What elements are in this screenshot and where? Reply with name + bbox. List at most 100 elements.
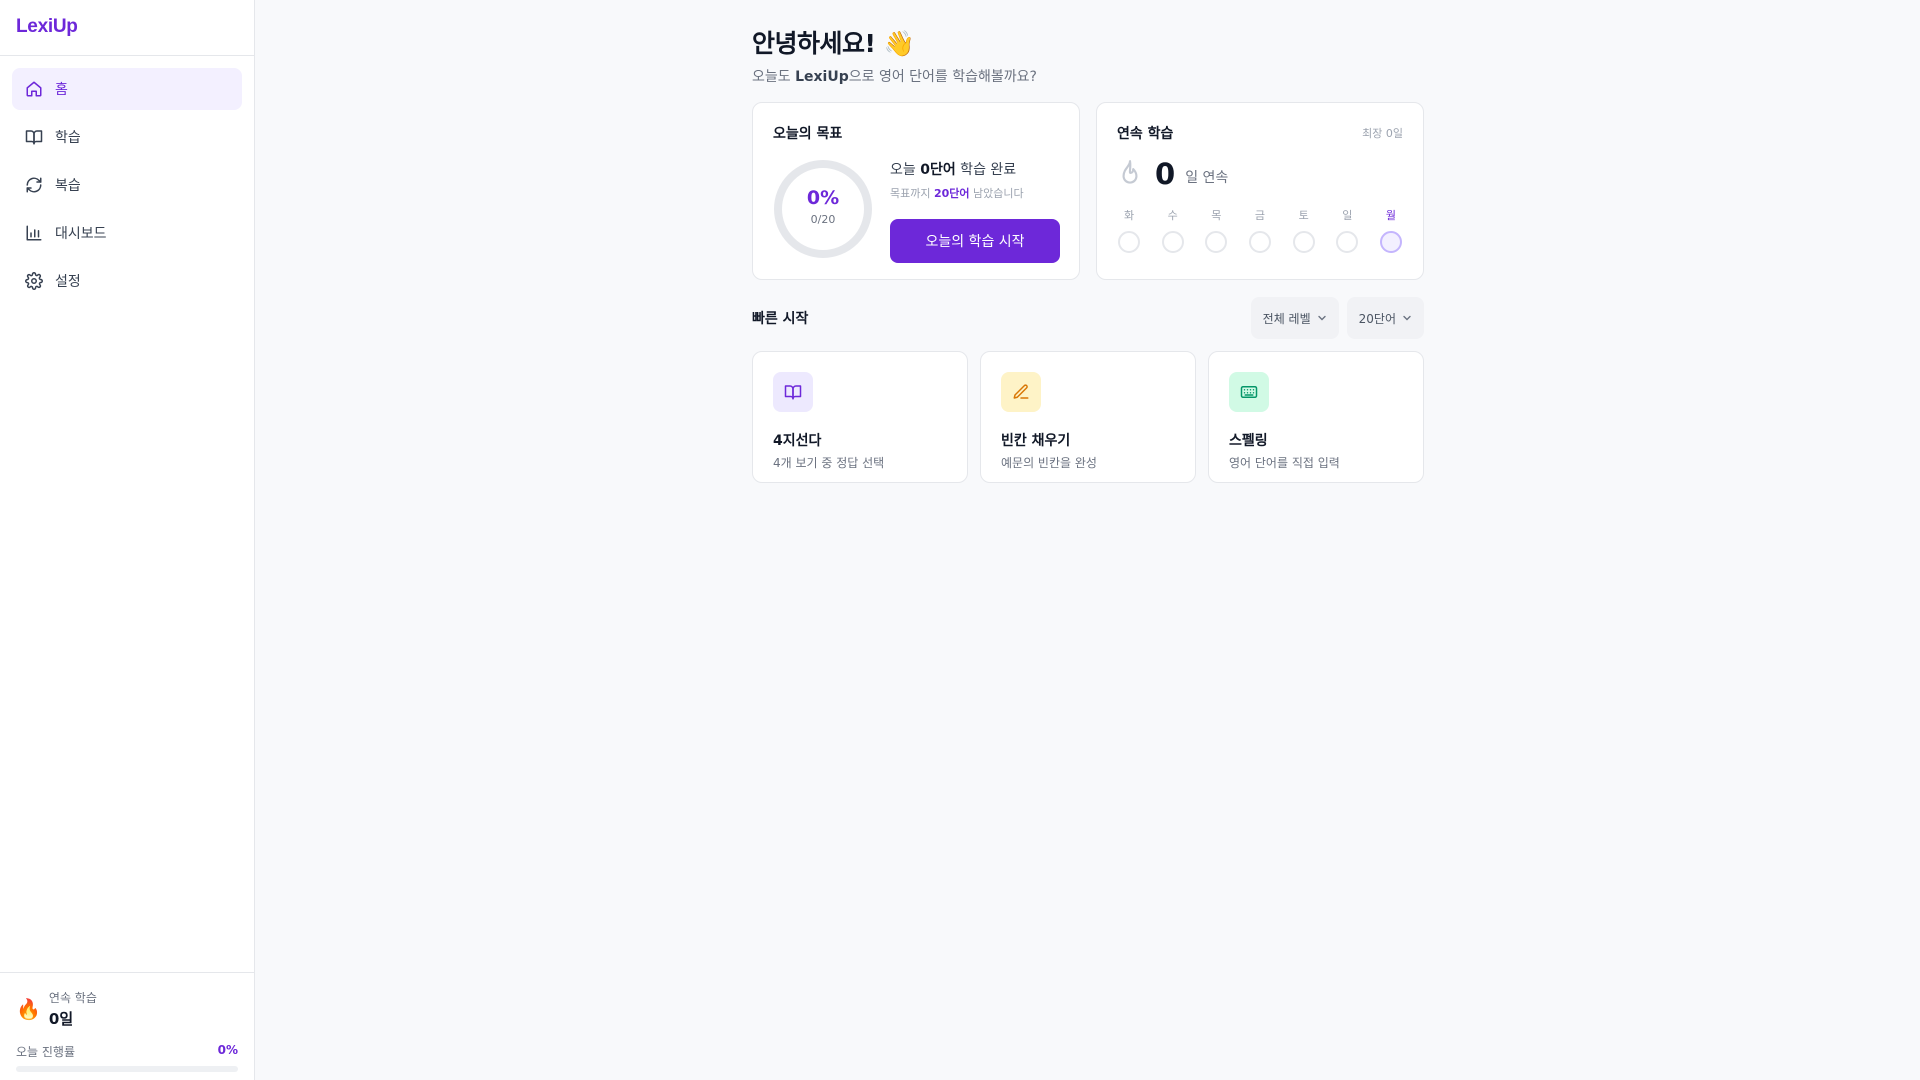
streak-card: 연속 학습 최장 0일 0 일 연속 화 수 목 금 토 일 월 (1096, 102, 1424, 280)
day-thu: 목 (1204, 207, 1228, 253)
goal-line1-value: 0단어 (920, 162, 956, 178)
page-subtitle: 오늘도 LexiUp으로 영어 단어를 학습해볼까요? (752, 66, 1424, 86)
sidebar-item-label: 홈 (55, 82, 68, 98)
goal-line1-prefix: 오늘 (890, 162, 921, 178)
goal-line1-suffix: 학습 완료 (955, 162, 1017, 178)
streak-title: 연속 학습 (1117, 126, 1174, 142)
flame-outline-icon (1117, 159, 1143, 189)
page-title: 안녕하세요! 👋 (752, 29, 915, 58)
daily-goal-card: 오늘의 목표 0% 0/20 오늘 0단어 학습 완료 목표까지 20단어 남았… (752, 102, 1080, 280)
quick-start-title: 빠른 시작 (752, 311, 809, 327)
word-count-select-value: 20단어 (1358, 311, 1396, 326)
streak-count: 0 (1155, 157, 1176, 191)
day-fri: 금 (1248, 207, 1272, 253)
day-tue: 화 (1117, 207, 1141, 253)
sidebar-item-label: 설정 (55, 274, 81, 290)
sidebar-item-label: 복습 (55, 178, 81, 194)
day-label: 금 (1254, 209, 1266, 222)
day-label: 목 (1211, 209, 1222, 222)
daily-goal-title: 오늘의 목표 (773, 126, 843, 142)
mode-desc: 영어 단어를 직접 입력 (1229, 456, 1340, 470)
sidebar-item-study[interactable]: 학습 (12, 116, 242, 158)
sidebar-item-review[interactable]: 복습 (12, 164, 242, 206)
day-label: 토 (1298, 209, 1309, 222)
book-open-icon (784, 385, 802, 400)
chevron-down-icon (1317, 313, 1327, 323)
sidebar-progress-label: 오늘 진행률 (16, 1045, 76, 1059)
sidebar-streak-label: 연속 학습 (48, 991, 97, 1005)
sidebar: LexiUp 홈 학습 복습 대시보드 설정 🔥 연속 학습 0일 오늘 진행률… (0, 0, 255, 1080)
sidebar-progress-value: 0% (217, 1043, 238, 1057)
goal-line2-suffix: 남았습니다 (969, 187, 1024, 200)
bar-chart-icon (25, 224, 43, 242)
level-select[interactable]: 전체 레벨 (1250, 297, 1339, 339)
mode-title: 4지선다 (773, 433, 822, 449)
chevron-down-icon (1402, 313, 1412, 323)
day-sun: 일 (1335, 207, 1359, 253)
mode-title: 스펠링 (1229, 433, 1268, 449)
sidebar-item-home[interactable]: 홈 (12, 68, 242, 110)
word-count-select[interactable]: 20단어 (1346, 297, 1424, 339)
sidebar-item-settings[interactable]: 설정 (12, 260, 242, 302)
pencil-icon (1013, 384, 1029, 399)
weekly-streak: 화 수 목 금 토 일 월 (1117, 207, 1403, 253)
home-icon (25, 80, 43, 98)
sidebar-streak-value: 0일 (48, 1010, 74, 1028)
day-label: 수 (1167, 209, 1178, 222)
sidebar-item-label: 학습 (55, 130, 81, 146)
fire-icon: 🔥 (16, 997, 41, 1021)
day-label: 일 (1342, 209, 1353, 222)
goal-ring-text: 0% 0/20 (773, 187, 873, 226)
best-streak: 최장 0일 (1362, 127, 1403, 140)
day-circle (1336, 231, 1359, 253)
sidebar-item-label: 대시보드 (55, 226, 107, 242)
day-sat: 토 (1292, 207, 1316, 253)
mode-icon-box (1001, 372, 1041, 412)
sidebar-footer: 🔥 연속 학습 0일 오늘 진행률 0% (0, 972, 254, 1080)
quick-start-header: 빠른 시작 전체 레벨 20단어 (752, 297, 1424, 339)
goal-count: 0/20 (810, 213, 836, 226)
study-modes: 4지선다 4개 보기 중 정답 선택 빈칸 채우기 예문의 빈칸을 완성 스펠링… (752, 351, 1424, 483)
day-circle (1205, 231, 1228, 253)
main-content: 안녕하세요! 👋 오늘도 LexiUp으로 영어 단어를 학습해볼까요? 오늘의… (752, 0, 1424, 483)
sidebar-progress-bar (16, 1066, 238, 1072)
keyboard-icon (1240, 386, 1258, 398)
mode-icon-box (1229, 372, 1269, 412)
goal-line2-value: 20단어 (933, 187, 970, 200)
day-circle (1248, 231, 1271, 253)
day-mon-today: 월 (1379, 207, 1403, 253)
level-select-value: 전체 레벨 (1262, 311, 1311, 326)
goal-line2-prefix: 목표까지 (890, 187, 934, 200)
subtitle-brand: LexiUp (795, 69, 849, 85)
refresh-icon (25, 176, 43, 194)
goal-progress-ring: 0% 0/20 (773, 159, 873, 259)
sidebar-streak: 🔥 연속 학습 0일 (16, 989, 238, 1029)
streak-count-row: 0 일 연속 (1117, 157, 1403, 191)
summary-cards: 오늘의 목표 0% 0/20 오늘 0단어 학습 완료 목표까지 20단어 남았… (752, 102, 1424, 280)
day-label: 월 (1385, 209, 1396, 222)
sidebar-progress-row: 오늘 진행률 0% (16, 1043, 238, 1060)
mode-desc: 4개 보기 중 정답 선택 (773, 456, 885, 470)
streak-unit: 일 연속 (1185, 170, 1229, 186)
subtitle-suffix: 으로 영어 단어를 학습해볼까요? (848, 69, 1037, 85)
mode-card-fill-blank[interactable]: 빈칸 채우기 예문의 빈칸을 완성 (980, 351, 1196, 483)
start-today-button[interactable]: 오늘의 학습 시작 (890, 219, 1060, 263)
day-circle (1161, 231, 1184, 253)
sidebar-nav: 홈 학습 복습 대시보드 설정 (0, 56, 254, 302)
goal-remaining-text: 목표까지 20단어 남았습니다 (890, 185, 1062, 201)
goal-info: 오늘 0단어 학습 완료 목표까지 20단어 남았습니다 오늘의 학습 시작 (890, 159, 1062, 263)
day-wed: 수 (1161, 207, 1185, 253)
mode-icon-box (773, 372, 813, 412)
day-label: 화 (1123, 209, 1135, 222)
sidebar-item-dashboard[interactable]: 대시보드 (12, 212, 242, 254)
brand-logo[interactable]: LexiUp (0, 0, 254, 56)
mode-title: 빈칸 채우기 (1001, 433, 1071, 449)
goal-percent: 0% (806, 187, 840, 209)
subtitle-prefix: 오늘도 (752, 69, 796, 85)
mode-desc: 예문의 빈칸을 완성 (1001, 456, 1097, 470)
day-circle (1379, 231, 1402, 253)
gear-icon (25, 272, 43, 290)
quick-start-filters: 전체 레벨 20단어 (1250, 297, 1424, 339)
mode-card-multiple-choice[interactable]: 4지선다 4개 보기 중 정답 선택 (752, 351, 968, 483)
mode-card-spelling[interactable]: 스펠링 영어 단어를 직접 입력 (1208, 351, 1424, 483)
